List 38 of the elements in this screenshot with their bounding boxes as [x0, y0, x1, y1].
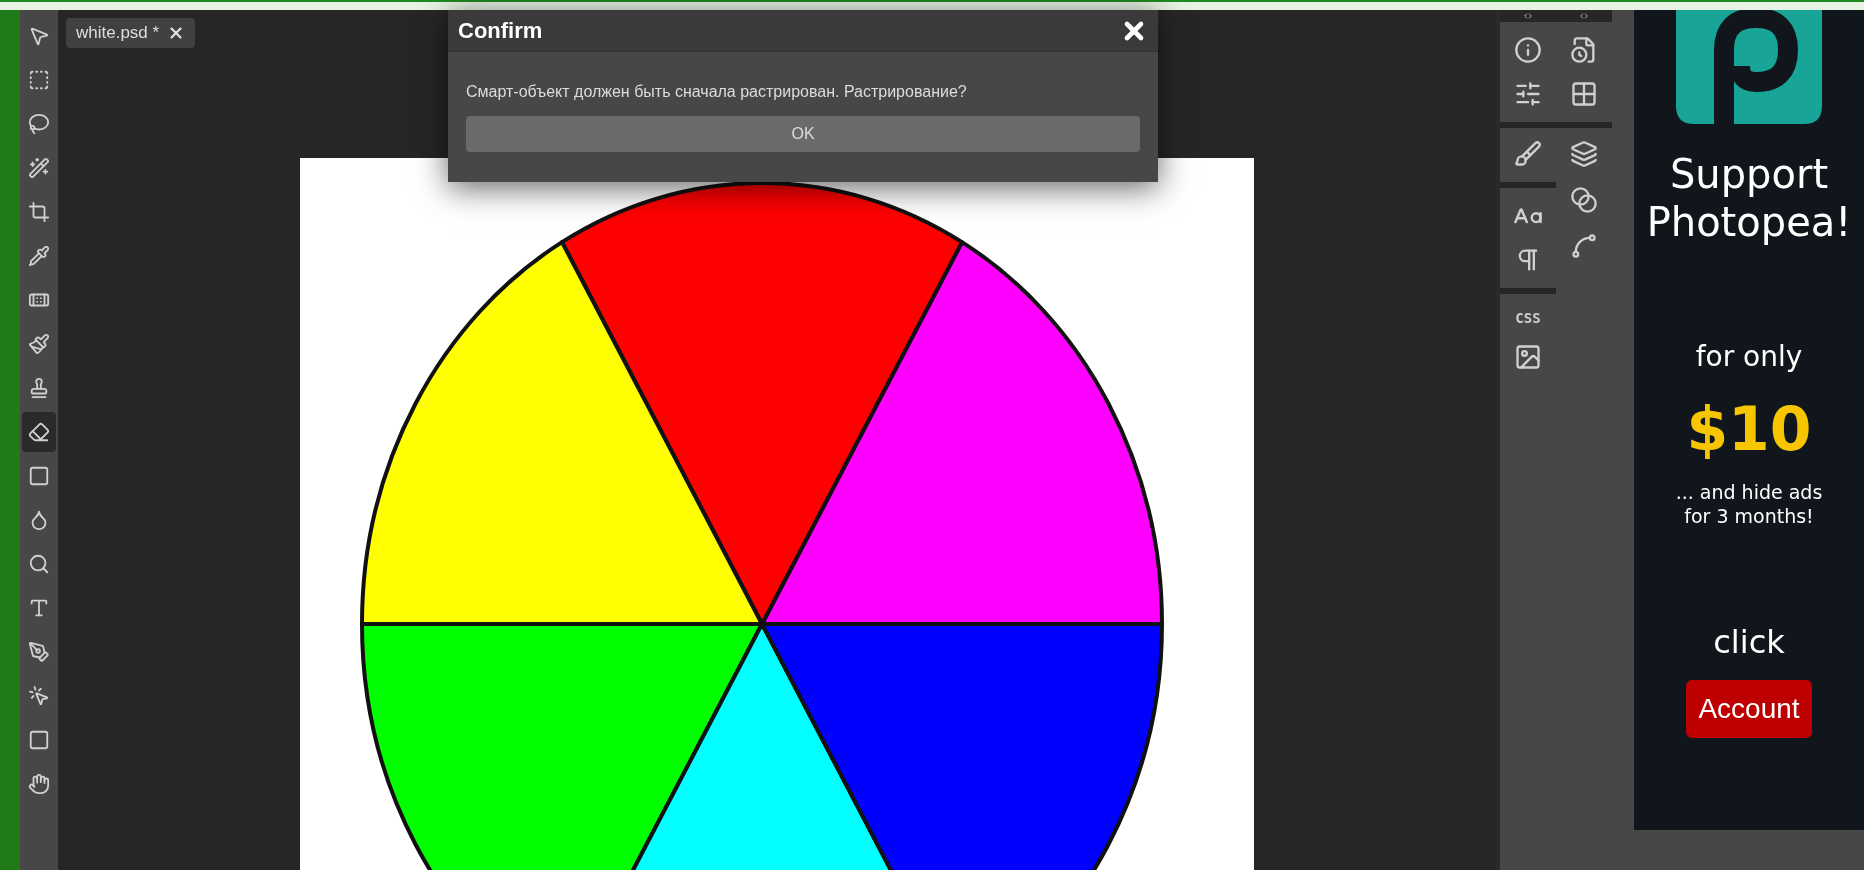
marquee-icon [28, 69, 50, 91]
swatches-icon[interactable] [1570, 80, 1598, 108]
expand-icon[interactable] [1523, 11, 1533, 21]
move-icon [28, 25, 50, 47]
hand-icon [28, 773, 50, 795]
paths-icon[interactable] [1570, 232, 1598, 260]
pointer-icon [28, 685, 50, 707]
eraser-icon [28, 421, 50, 443]
magic-wand-icon [28, 157, 50, 179]
css-label[interactable]: CSS [1515, 308, 1541, 329]
ad-price: $10 [1686, 393, 1812, 466]
expand-icon[interactable] [1579, 11, 1589, 21]
dialog-title: Confirm [458, 17, 543, 45]
ad-price-intro: for only [1695, 339, 1803, 375]
magnifier-icon [28, 553, 50, 575]
layers-icon[interactable] [1570, 140, 1598, 168]
lasso-icon [28, 113, 50, 135]
rectangle-icon [28, 729, 50, 751]
brush-icon[interactable] [1514, 140, 1542, 168]
brush-icon [28, 333, 50, 355]
pen-icon [28, 641, 50, 663]
channels-icon[interactable] [1570, 186, 1598, 214]
stamp-icon [28, 377, 50, 399]
ok-button[interactable]: OK [466, 116, 1140, 152]
info-icon[interactable] [1514, 36, 1542, 64]
ad-call: click [1713, 622, 1785, 663]
image-icon[interactable] [1514, 343, 1542, 371]
ad-offer: ... and hide ads for 3 months! [1674, 480, 1824, 528]
text-icon [28, 597, 50, 619]
history-icon[interactable] [1570, 36, 1598, 64]
eyedropper-icon [28, 245, 50, 267]
dialog-message: Смарт-объект должен быть сначала растрирован. Растрирование? [466, 82, 968, 102]
account-button[interactable]: Account [1686, 680, 1812, 738]
adjustments-icon[interactable] [1514, 80, 1542, 108]
ad-headline: Support Photopea! [1645, 150, 1853, 246]
tool-button[interactable] [22, 412, 56, 452]
crop-icon [28, 201, 50, 223]
document-tab[interactable]: white.psd * [66, 18, 196, 48]
